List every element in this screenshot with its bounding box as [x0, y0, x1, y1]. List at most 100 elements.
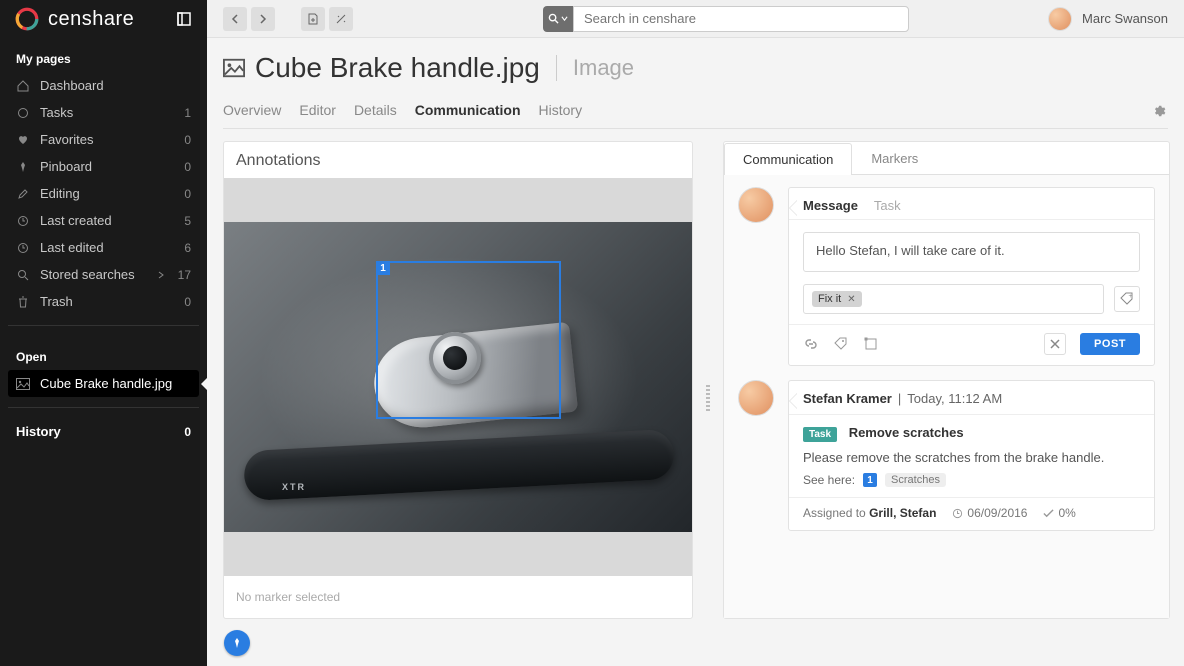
image-badge: XTR	[282, 482, 306, 492]
post-ref-number[interactable]: 1	[863, 473, 877, 487]
clock-icon	[952, 508, 963, 519]
sidebar-item-count: 0	[184, 295, 191, 309]
gear-icon	[1152, 104, 1166, 118]
svg-text:+: +	[1129, 294, 1133, 300]
tab-history[interactable]: History	[539, 94, 583, 128]
tag-chip: Fix it ✕	[812, 291, 862, 307]
communication-panel: Communication Markers Message Task Hello…	[723, 141, 1170, 619]
sidebar-item-editing[interactable]: Editing 0	[8, 180, 199, 207]
sidebar-item-label: History	[16, 424, 174, 439]
sidebar-item-count: 6	[184, 241, 191, 255]
compose-type-task[interactable]: Task	[874, 198, 901, 213]
sidebar-item-count: 5	[184, 214, 191, 228]
sidebar-item-dashboard[interactable]: Dashboard	[8, 72, 199, 99]
post-timestamp: Today, 11:12 AM	[907, 391, 1002, 406]
panel-splitter[interactable]	[705, 141, 711, 654]
pin-icon	[16, 160, 30, 174]
nav-forward-button[interactable]	[251, 7, 275, 31]
annotations-title: Annotations	[224, 142, 692, 178]
sidebar-item-count: 1	[184, 106, 191, 120]
sidebar-item-stored-searches[interactable]: Stored searches 17	[8, 261, 199, 288]
sidebar-section-open: Open	[0, 336, 207, 370]
sidebar-item-count: 0	[184, 133, 191, 147]
new-asset-button[interactable]	[301, 7, 325, 31]
sidebar-item-trash[interactable]: Trash 0	[8, 288, 199, 315]
tag-chip-remove[interactable]: ✕	[847, 294, 855, 305]
user-avatar[interactable]	[1048, 7, 1072, 31]
post-title: Remove scratches	[849, 425, 964, 440]
magic-button[interactable]	[329, 7, 353, 31]
post-task-badge: Task	[803, 427, 837, 442]
search-icon	[548, 13, 559, 24]
image-icon	[223, 57, 245, 79]
tag-plus-icon: +	[1120, 292, 1134, 306]
sidebar-item-label: Trash	[40, 294, 174, 309]
compose-textarea[interactable]: Hello Stefan, I will take care of it.	[803, 232, 1140, 272]
sidebar-item-tasks[interactable]: Tasks 1	[8, 99, 199, 126]
ring-icon	[16, 106, 30, 120]
page-tabs: Overview Editor Details Communication Hi…	[223, 94, 1168, 129]
annotation-marker[interactable]: 1	[376, 261, 561, 419]
sidebar-item-label: Tasks	[40, 105, 174, 120]
topbar: Marc Swanson	[207, 0, 1184, 38]
post-progress: 0%	[1058, 506, 1075, 520]
brand: censhare	[14, 6, 134, 32]
sidebar-item-label: Last edited	[40, 240, 174, 255]
compose-type-message[interactable]: Message	[803, 198, 858, 213]
sidebar-history-header[interactable]: History 0	[8, 418, 199, 445]
annotation-marker-number: 1	[376, 261, 390, 275]
compose-tag-input[interactable]: Fix it ✕	[803, 284, 1104, 314]
brand-name: censhare	[48, 8, 134, 31]
sidebar-section-my-pages: My pages	[0, 38, 207, 72]
pencil-icon	[16, 187, 30, 201]
pin-icon	[231, 637, 243, 649]
tab-details[interactable]: Details	[354, 94, 397, 128]
brand-logo-icon	[14, 6, 40, 32]
tab-editor[interactable]: Editor	[299, 94, 336, 128]
compose-cancel-button[interactable]	[1044, 333, 1066, 355]
search-scope-button[interactable]	[543, 6, 573, 32]
sidebar-collapse-button[interactable]	[175, 10, 193, 28]
post-avatar	[738, 380, 774, 416]
comm-tab-communication[interactable]: Communication	[724, 143, 852, 175]
post-see-here: See here:	[803, 473, 855, 487]
sidebar-item-pinboard[interactable]: Pinboard 0	[8, 153, 199, 180]
clock-icon	[16, 241, 30, 255]
tab-overview[interactable]: Overview	[223, 94, 281, 128]
annotations-footer: No marker selected	[224, 576, 692, 618]
search-input[interactable]	[573, 6, 909, 32]
annotations-panel: Annotations XTR 1 No marker selected	[223, 141, 693, 619]
compose-post-button[interactable]: POST	[1080, 333, 1140, 355]
attach-tag-button[interactable]	[833, 336, 849, 352]
sidebar-item-label: Stored searches	[40, 267, 150, 282]
post-bubble: Stefan Kramer | Today, 11:12 AM Task Rem…	[788, 380, 1155, 531]
title-divider	[556, 55, 557, 81]
pin-fab-button[interactable]	[224, 630, 250, 656]
sidebar: censhare My pages Dashboard Tasks 1 Favo…	[0, 0, 207, 666]
attach-marker-button[interactable]	[863, 336, 879, 352]
comm-tab-markers[interactable]: Markers	[852, 142, 937, 174]
sidebar-item-count: 0	[184, 160, 191, 174]
compose-row: Message Task Hello Stefan, I will take c…	[738, 187, 1155, 366]
close-icon	[1050, 339, 1060, 349]
add-tag-button[interactable]: +	[1114, 286, 1140, 312]
sidebar-item-last-edited[interactable]: Last edited 6	[8, 234, 199, 261]
compose-avatar	[738, 187, 774, 223]
sidebar-item-last-created[interactable]: Last created 5	[8, 207, 199, 234]
sidebar-item-count: 0	[184, 425, 191, 439]
tab-communication[interactable]: Communication	[415, 94, 521, 128]
search-icon	[16, 268, 30, 282]
nav-back-button[interactable]	[223, 7, 247, 31]
link-icon	[804, 337, 818, 351]
sidebar-item-favorites[interactable]: Favorites 0	[8, 126, 199, 153]
sidebar-open-item[interactable]: Cube Brake handle.jpg	[8, 370, 199, 397]
tag-chip-label: Fix it	[818, 293, 841, 305]
attach-link-button[interactable]	[803, 336, 819, 352]
chevron-down-icon	[561, 15, 568, 22]
post-assigned-to: Grill, Stefan	[869, 506, 936, 520]
tabs-settings-button[interactable]	[1152, 104, 1168, 118]
sidebar-item-label: Dashboard	[40, 78, 181, 93]
annotation-canvas[interactable]: XTR 1	[224, 178, 692, 576]
post-author: Stefan Kramer	[803, 391, 892, 406]
sidebar-item-count: 17	[178, 268, 191, 282]
